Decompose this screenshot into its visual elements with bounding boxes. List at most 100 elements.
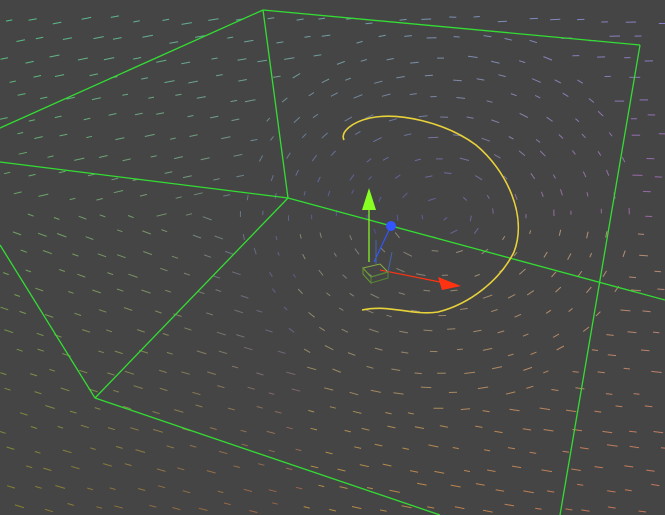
vector-glyph xyxy=(378,34,386,38)
vector-glyph xyxy=(28,173,36,177)
vector-glyph xyxy=(244,39,254,43)
vector-glyph xyxy=(366,365,374,369)
vector-glyph xyxy=(230,99,238,103)
vector-glyph xyxy=(402,447,410,450)
vector-glyph xyxy=(17,93,26,96)
vector-glyph xyxy=(268,449,275,453)
vector-glyph xyxy=(428,197,436,202)
vector-glyph xyxy=(217,490,224,494)
vector-glyph xyxy=(52,21,62,25)
vector-glyph xyxy=(518,150,526,156)
vector-glyph xyxy=(401,505,412,509)
vector-glyph xyxy=(456,348,463,351)
vector-glyph xyxy=(394,232,400,239)
vector-glyph xyxy=(372,137,382,143)
vector-glyph xyxy=(165,289,172,293)
box-top-left-edge xyxy=(0,9,264,129)
vector-glyph xyxy=(161,229,168,233)
vector-glyph xyxy=(207,371,216,375)
vector-glyph xyxy=(16,39,25,42)
vector-glyph xyxy=(560,189,563,196)
vector-glyph xyxy=(209,427,217,430)
vector-glyph xyxy=(283,306,288,311)
vector-glyph xyxy=(113,190,124,194)
vector-glyph xyxy=(276,41,284,44)
vector-glyph xyxy=(194,192,203,196)
vector-glyph xyxy=(359,464,370,468)
vector-glyph xyxy=(602,270,607,278)
vector-glyph xyxy=(510,93,517,97)
3d-viewport[interactable] xyxy=(0,0,665,515)
vector-glyph xyxy=(141,77,148,80)
vector-glyph xyxy=(450,229,458,234)
vector-glyph xyxy=(586,231,589,239)
vector-glyph xyxy=(114,350,123,355)
x-axis-cone-icon[interactable] xyxy=(438,277,461,290)
vector-glyph xyxy=(399,330,408,334)
vector-glyph xyxy=(292,273,297,278)
vector-glyph xyxy=(529,39,538,44)
vector-glyph xyxy=(453,79,462,82)
vector-glyph xyxy=(272,288,276,293)
vector-glyph xyxy=(169,137,176,140)
vector-glyph xyxy=(156,213,167,217)
x-axis-line[interactable] xyxy=(379,269,441,283)
vector-glyph xyxy=(150,155,157,158)
vector-glyph xyxy=(325,451,333,455)
vector-glyph xyxy=(313,54,322,57)
vector-glyph xyxy=(354,446,362,449)
vector-glyph xyxy=(581,509,590,512)
vector-glyph xyxy=(236,174,245,178)
vector-glyph xyxy=(321,78,330,84)
vector-glyph xyxy=(329,406,336,409)
vector-glyph xyxy=(366,158,372,163)
vector-glyph xyxy=(545,309,552,314)
vector-glyph xyxy=(157,485,166,489)
vector-glyph xyxy=(123,307,133,311)
vector-glyph xyxy=(181,22,192,25)
vector-glyph xyxy=(657,288,665,290)
vector-glyph xyxy=(396,76,405,79)
vector-glyph xyxy=(575,387,585,390)
vector-glyph xyxy=(107,372,115,376)
vector-glyph xyxy=(103,463,113,467)
vector-glyph xyxy=(546,490,555,493)
vector-glyph xyxy=(347,352,356,356)
vector-glyph xyxy=(268,392,275,395)
vector-glyph xyxy=(152,428,164,433)
vector-glyph xyxy=(242,234,245,240)
vector-glyph xyxy=(493,154,501,159)
vector-glyph xyxy=(329,508,337,512)
vector-glyph xyxy=(638,510,647,513)
vector-glyph xyxy=(25,60,34,64)
vector-glyph xyxy=(27,213,34,217)
vector-glyph xyxy=(454,506,465,510)
vector-glyph xyxy=(410,61,419,64)
vector-glyph xyxy=(475,425,483,428)
vector-glyph xyxy=(597,151,602,156)
z-axis-sphere-icon[interactable] xyxy=(386,221,396,231)
vector-glyph xyxy=(155,310,162,314)
vector-glyph xyxy=(91,97,101,101)
vector-glyph xyxy=(607,490,616,493)
vector-glyph xyxy=(221,136,231,140)
vector-glyph xyxy=(288,327,295,333)
vector-glyph xyxy=(474,175,483,181)
vector-glyph xyxy=(474,273,480,277)
vector-glyph xyxy=(403,251,413,257)
vector-glyph xyxy=(606,334,614,336)
y-axis-cone-icon[interactable] xyxy=(362,188,376,210)
vector-glyph xyxy=(19,310,27,315)
pivot-cube-icon[interactable] xyxy=(362,240,393,285)
vector-glyph xyxy=(464,371,476,374)
vector-glyph xyxy=(237,58,247,61)
vector-glyph xyxy=(256,406,263,409)
vector-glyph xyxy=(523,490,534,494)
vector-glyph xyxy=(43,467,52,471)
vector-glyph xyxy=(97,253,107,258)
vector-glyph xyxy=(361,427,370,431)
vector-glyph xyxy=(349,235,353,241)
scene-canvas[interactable] xyxy=(0,0,665,515)
vector-glyph xyxy=(256,309,263,313)
vector-glyph xyxy=(324,345,334,351)
